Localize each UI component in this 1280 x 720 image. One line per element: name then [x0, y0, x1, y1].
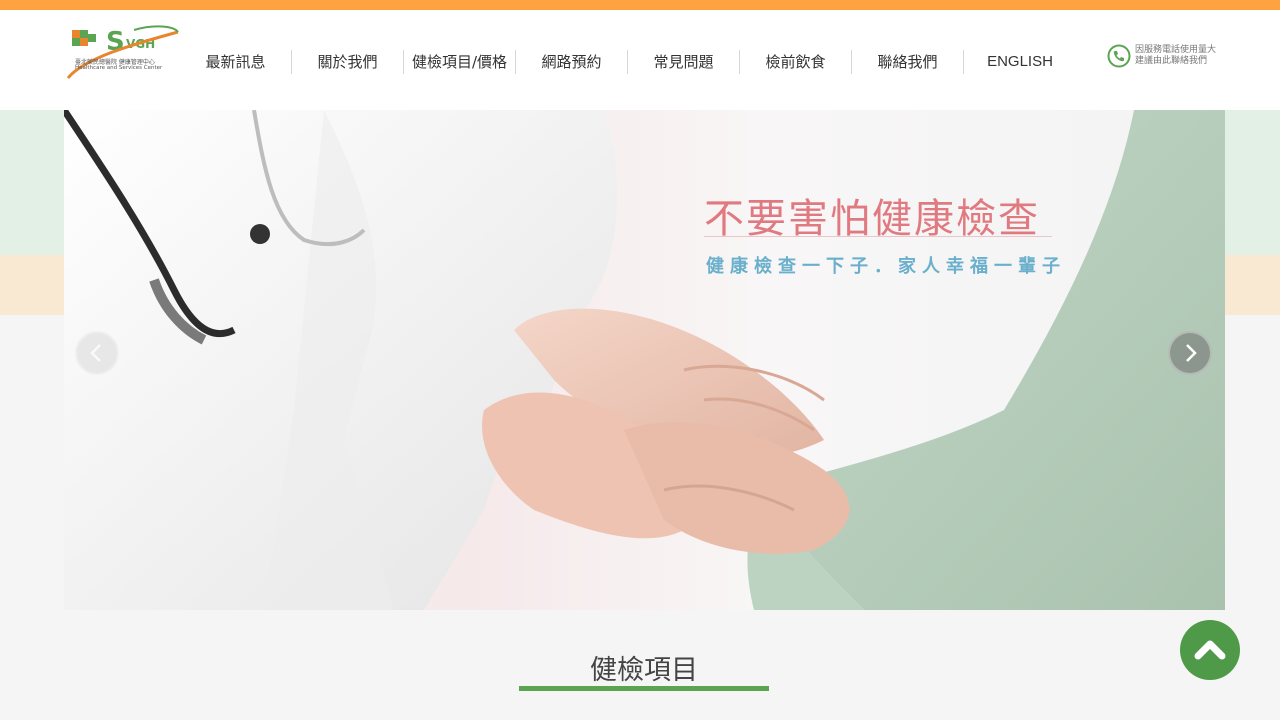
nav-item-news[interactable]: 最新訊息 [180, 50, 292, 74]
carousel-next-button[interactable] [1168, 331, 1212, 375]
hero-banner-slide[interactable]: 不要害怕健康檢查 健康檢查一下子．家人幸福一輩子 [64, 110, 1225, 610]
chevron-right-icon [1186, 344, 1197, 362]
section-title: 健檢項目 [590, 655, 698, 686]
banner-subline: 健康檢查一下子．家人幸福一輩子 [706, 256, 1066, 277]
back-to-top-button[interactable] [1180, 620, 1240, 680]
nav-item-faq[interactable]: 常見問題 [628, 50, 740, 74]
logo-english-name: Healthcare and Services Center [75, 65, 163, 71]
section-title-underline [519, 686, 769, 691]
nav-item-pre-exam-diet[interactable]: 檢前飲食 [740, 50, 852, 74]
phone-notice-line1: 因服務電話使用量大 [1135, 45, 1217, 55]
phone-icon [1107, 44, 1131, 68]
phone-contact-notice[interactable]: 因服務電話使用量大 建議由此聯絡我們 [1107, 44, 1225, 70]
carousel-prev-button[interactable] [75, 331, 119, 375]
top-accent-strip [0, 0, 1280, 10]
phone-notice-line2: 建議由此聯絡我們 [1135, 56, 1208, 66]
chevron-left-icon [90, 344, 101, 362]
banner-divider [704, 236, 1052, 237]
site-logo[interactable]: S VGH 臺北榮民總醫院 健康管理中心 Healthcare and Serv… [64, 24, 182, 82]
banner-photo-illustration [64, 110, 1225, 610]
site-header: S VGH 臺北榮民總醫院 健康管理中心 Healthcare and Serv… [0, 10, 1280, 110]
nav-item-checkup-price[interactable]: 健檢項目/價格 [404, 50, 516, 74]
nav-item-contact[interactable]: 聯絡我們 [852, 50, 964, 74]
nav-item-english[interactable]: ENGLISH [964, 50, 1076, 74]
hsvgh-logo-icon: S VGH [66, 25, 179, 79]
nav-item-online-booking[interactable]: 網路預約 [516, 50, 628, 74]
phone-notice-text: 因服務電話使用量大 建議由此聯絡我們 [1135, 45, 1216, 67]
nav-item-about[interactable]: 關於我們 [292, 50, 404, 74]
main-nav: 最新訊息 關於我們 健檢項目/價格 網路預約 常見問題 檢前飲食 聯絡我們 EN… [180, 50, 1076, 74]
chevron-up-icon [1194, 640, 1226, 660]
